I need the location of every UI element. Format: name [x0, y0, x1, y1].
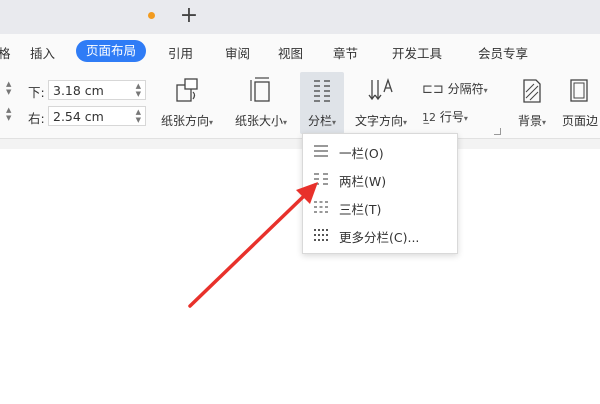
annotation-arrow-icon [188, 182, 318, 308]
